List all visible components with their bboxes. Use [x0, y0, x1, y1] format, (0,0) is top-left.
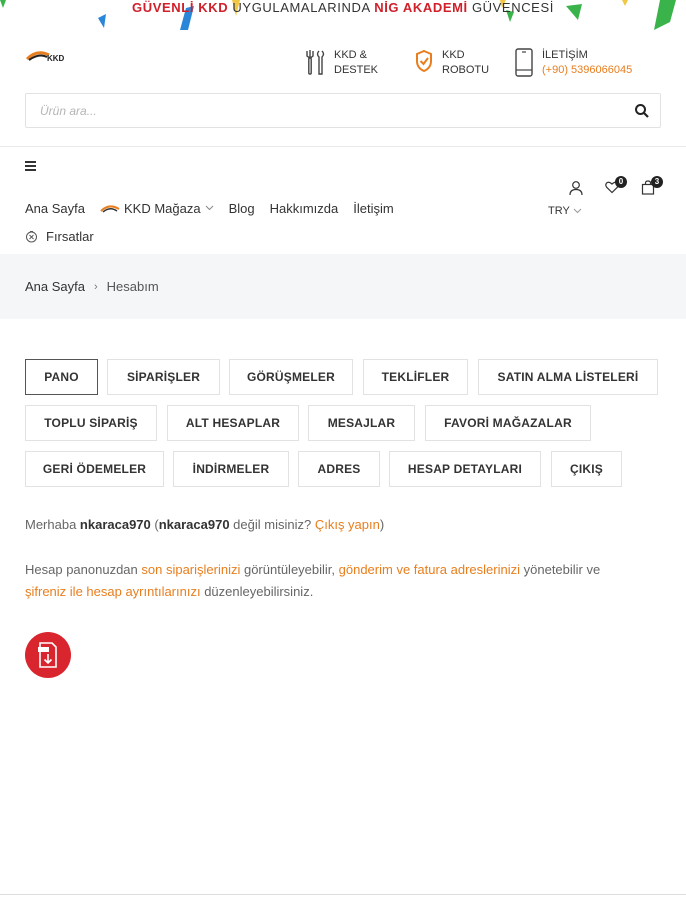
addresses-link[interactable]: gönderim ve fatura adreslerinizi	[339, 562, 520, 577]
dash-text-4: düzenleyebilirsiniz.	[200, 584, 314, 599]
robot-line-1: KKD	[442, 49, 465, 61]
contact-line-1: İLETİŞİM	[542, 49, 588, 61]
greeting-username: nkaraca970	[79, 517, 151, 532]
nav-label: Ana Sayfa	[25, 200, 85, 216]
tab-logout[interactable]: ÇIKIŞ	[551, 451, 622, 487]
cart-count-badge: 3	[651, 176, 663, 188]
pdf-download-button[interactable]	[25, 632, 71, 678]
site-logo[interactable]: KKD	[25, 47, 71, 65]
banner-part-1: GÜVENLİ KKD	[132, 0, 229, 15]
nav-item-contact[interactable]: İletişim	[353, 201, 393, 216]
tab-account-details[interactable]: HESAP DETAYLARI	[389, 451, 541, 487]
bottom-divider	[0, 894, 686, 895]
promo-banner: GÜVENLİ KKD UYGULAMALARINDA NİG AKADEMİ …	[0, 0, 686, 30]
dash-text-1: Hesap panonuzdan	[25, 562, 142, 577]
nav-item-about[interactable]: Hakkımızda	[270, 201, 339, 216]
contact-link[interactable]: İLETİŞİM (+90) 5396066045	[514, 48, 632, 78]
tab-refunds[interactable]: GERİ ÖDEMELER	[25, 451, 164, 487]
breadcrumb: Ana Sayfa › Hesabım	[25, 279, 159, 294]
breadcrumb-current: Hesabım	[106, 279, 159, 294]
tab-bulk-order[interactable]: TOPLU SİPARİŞ	[25, 405, 157, 441]
header-divider	[0, 146, 686, 147]
chevron-down-icon	[205, 205, 213, 211]
tab-conversations[interactable]: GÖRÜŞMELER	[229, 359, 353, 395]
tab-downloads[interactable]: İNDİRMELER	[173, 451, 289, 487]
greeting-hello: Merhaba	[25, 517, 80, 532]
recent-orders-link[interactable]: son siparişlerinizi	[141, 562, 240, 577]
currency-label: TRY	[548, 205, 570, 217]
logo-icon: KKD	[25, 51, 65, 63]
account-details-link[interactable]: şifreniz ile hesap ayrıntılarınızı	[25, 584, 201, 599]
breadcrumb-separator-icon: ›	[94, 280, 98, 293]
breadcrumb-home[interactable]: Ana Sayfa	[25, 279, 85, 294]
tab-favorite-stores[interactable]: FAVORİ MAĞAZALAR	[425, 405, 591, 441]
store-logo-icon	[100, 205, 120, 213]
greeting-text: Merhaba nkaraca970 (nkaraca970 değil mis…	[25, 514, 384, 536]
wishlist-button[interactable]: 0	[605, 176, 627, 197]
banner-part-3: NİG AKADEMİ	[374, 0, 468, 15]
logo-text: KKD	[47, 54, 65, 63]
banner-part-4: GÜVENCESİ	[467, 0, 554, 15]
account-button[interactable]	[569, 180, 583, 199]
shield-check-icon	[416, 49, 432, 73]
search-icon[interactable]	[634, 103, 650, 119]
greeting-not-you: değil misiniz?	[229, 517, 315, 532]
robot-link[interactable]: KKD ROBOTU	[414, 48, 489, 78]
support-link[interactable]: KKD & DESTEK	[306, 48, 378, 78]
deals-icon	[26, 230, 37, 242]
banner-part-2: UYGULAMALARINDA	[228, 0, 375, 15]
support-line-1: KKD &	[334, 49, 368, 61]
search-bar	[25, 93, 661, 128]
wishlist-count-badge: 0	[615, 176, 627, 188]
breadcrumb-band: Ana Sayfa › Hesabım	[0, 254, 686, 319]
dash-text-3: yönetebilir ve	[520, 562, 601, 577]
pdf-icon	[38, 642, 57, 668]
greeting-username-2: nkaraca970	[158, 517, 230, 532]
nav-item-home[interactable]: Ana Sayfa	[25, 201, 85, 216]
cart-button[interactable]: 3	[641, 176, 663, 198]
menu-toggle-icon[interactable]	[25, 161, 37, 171]
main-nav: Ana Sayfa KKD Mağaza Blog Hakkımızda İle…	[25, 200, 455, 244]
tab-subaccounts[interactable]: ALT HESAPLAR	[167, 405, 299, 441]
nav-label: İletişim	[353, 200, 394, 216]
dash-text-2: görüntüleyebilir,	[240, 562, 339, 577]
tab-dashboard[interactable]: PANO	[25, 359, 98, 395]
search-input[interactable]	[26, 94, 586, 127]
greeting-paren-close: )	[379, 517, 385, 532]
banner-text: GÜVENLİ KKD UYGULAMALARINDA NİG AKADEMİ …	[0, 0, 686, 16]
nav-item-deals[interactable]: Fırsatlar	[25, 229, 94, 244]
contact-phone[interactable]: (+90) 5396066045	[542, 63, 632, 78]
user-icon	[569, 181, 583, 196]
support-line-2: DESTEK	[334, 64, 379, 76]
tab-quotes[interactable]: TEKLİFLER	[363, 359, 468, 395]
nav-label: Blog	[228, 200, 255, 216]
tools-icon	[306, 50, 325, 75]
logout-link[interactable]: Çıkış yapın	[315, 517, 380, 532]
tab-orders[interactable]: SİPARİŞLER	[107, 359, 220, 395]
nav-item-store[interactable]: KKD Mağaza	[100, 201, 214, 216]
nav-label: Hakkımızda	[269, 200, 339, 216]
currency-switcher[interactable]: TRY	[548, 205, 582, 217]
tab-address[interactable]: ADRES	[298, 451, 380, 487]
nav-label: KKD Mağaza	[124, 200, 201, 216]
phone-icon	[515, 48, 533, 77]
greeting-paren-open: (	[150, 517, 159, 532]
chevron-down-icon	[573, 208, 582, 214]
dashboard-description: Hesap panonuzdan son siparişlerinizi gör…	[25, 559, 665, 603]
tab-purchase-lists[interactable]: SATIN ALMA LİSTELERİ	[478, 359, 658, 395]
tab-messages[interactable]: MESAJLAR	[308, 405, 415, 441]
nav-label: Fırsatlar	[46, 228, 94, 244]
robot-line-2: ROBOTU	[442, 64, 490, 76]
nav-item-blog[interactable]: Blog	[229, 201, 255, 216]
